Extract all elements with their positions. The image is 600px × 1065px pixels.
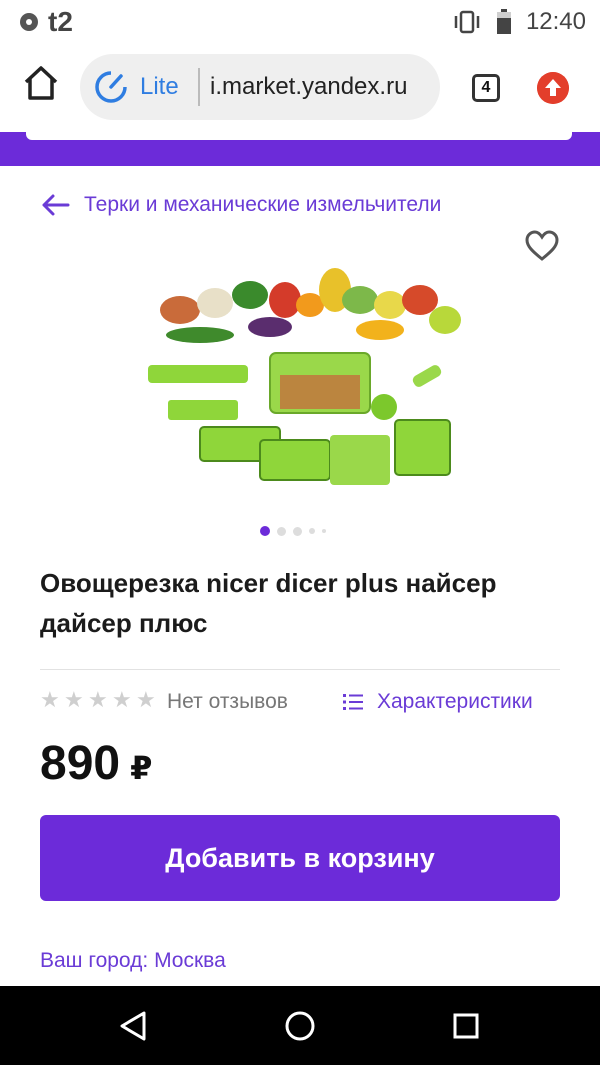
price-currency: ₽	[130, 750, 153, 786]
city-selector[interactable]: Ваш город: Москва	[40, 949, 226, 973]
notification-icon	[20, 13, 38, 31]
home-icon[interactable]	[22, 64, 60, 102]
specs-link[interactable]: Характеристики	[343, 690, 533, 714]
status-right: 12:40	[452, 8, 586, 36]
vibrate-icon	[454, 10, 480, 34]
status-bar: t2 12:40	[0, 0, 600, 40]
lite-speed-icon	[95, 71, 127, 103]
product-image[interactable]	[140, 255, 470, 505]
gallery-dot[interactable]	[277, 526, 286, 536]
tabs-count: 4	[481, 79, 491, 96]
add-to-cart-button[interactable]: Добавить в корзину	[40, 815, 560, 901]
status-left: t2	[18, 6, 73, 38]
star-icon: ★	[64, 687, 84, 712]
vegetables-group	[160, 268, 461, 343]
dicer-kit	[148, 352, 451, 485]
gallery-dot[interactable]	[322, 529, 326, 533]
price-value: 890	[40, 737, 121, 790]
update-arrow-icon[interactable]	[537, 72, 569, 104]
nav-back-icon[interactable]	[118, 1010, 148, 1042]
gallery-indicator[interactable]	[260, 526, 326, 536]
url-text[interactable]: i.market.yandex.ru	[210, 73, 407, 101]
browser-toolbar: Lite i.market.yandex.ru 4	[0, 40, 600, 132]
star-icon: ★	[112, 687, 132, 712]
address-separator	[198, 68, 200, 106]
rating-stars: ★ ★ ★ ★ ★	[40, 689, 158, 711]
nav-recents-icon[interactable]	[452, 1012, 480, 1040]
system-nav-bar	[0, 986, 600, 1065]
breadcrumb[interactable]: Терки и механические измельчители	[40, 193, 441, 217]
star-icon: ★	[88, 687, 108, 712]
breadcrumb-category[interactable]: Терки и механические измельчители	[84, 193, 441, 217]
gallery-dot[interactable]	[309, 528, 315, 534]
search-field-edge[interactable]	[26, 132, 572, 140]
product-title: Овощерезка nicer dicer plus найсер дайсе…	[40, 568, 497, 638]
carrier-label: t2	[48, 6, 73, 37]
header-band	[0, 132, 600, 166]
lite-mode-label: Lite	[140, 73, 179, 100]
back-arrow-icon[interactable]	[40, 193, 70, 217]
specs-label[interactable]: Характеристики	[377, 690, 533, 714]
star-icon: ★	[136, 687, 156, 712]
clock: 12:40	[525, 8, 586, 35]
reviews-label[interactable]: Нет отзывов	[167, 690, 288, 714]
tabs-icon[interactable]: 4	[472, 74, 500, 102]
price: 890 ₽	[40, 736, 152, 791]
gallery-dot[interactable]	[260, 526, 270, 536]
nav-home-icon[interactable]	[284, 1010, 316, 1042]
divider	[40, 669, 560, 670]
heart-icon[interactable]	[524, 228, 560, 264]
battery-icon	[496, 9, 511, 34]
star-icon: ★	[40, 687, 60, 712]
gallery-dot[interactable]	[293, 526, 302, 536]
address-bar[interactable]: Lite i.market.yandex.ru	[80, 54, 440, 120]
list-icon	[343, 694, 363, 710]
